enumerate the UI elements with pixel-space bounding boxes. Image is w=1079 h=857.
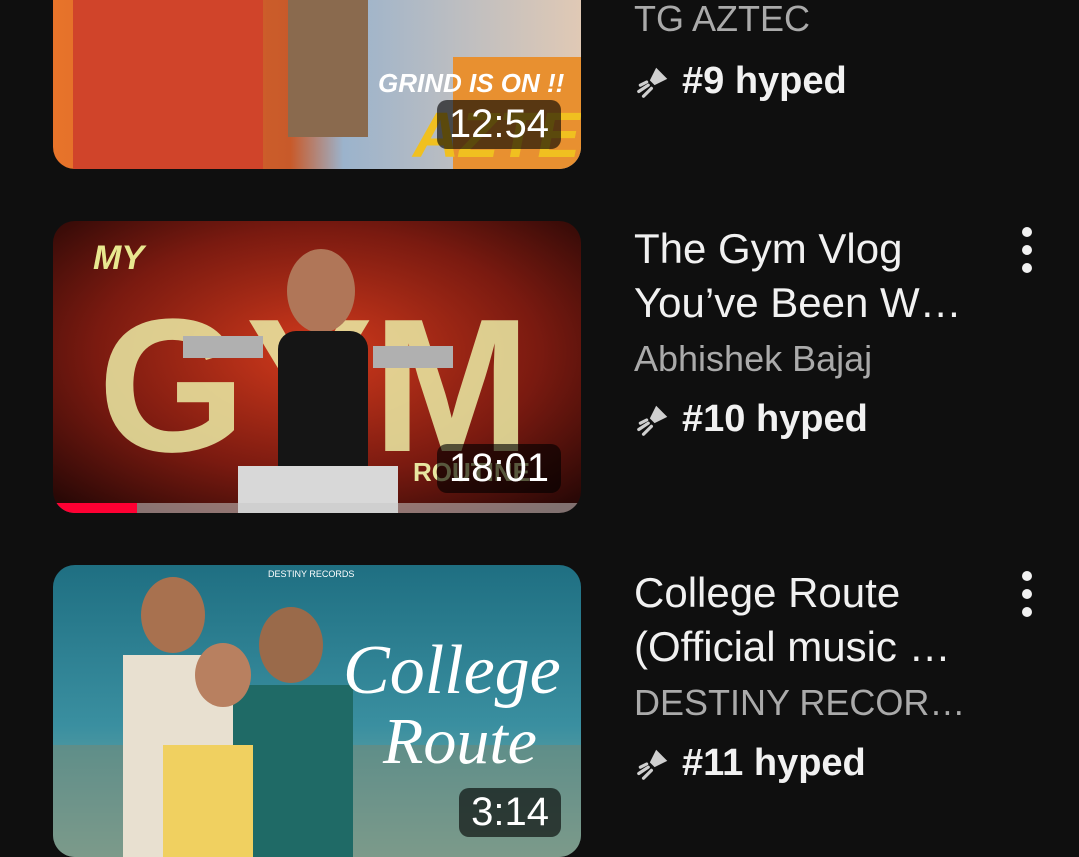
svg-text:GRIND IS ON !!: GRIND IS ON !! [378, 68, 565, 98]
hype-rank: #10 hyped [634, 398, 994, 441]
channel-name[interactable]: DESTINY RECORD… [634, 680, 989, 726]
video-duration: 3:14 [459, 788, 561, 837]
watch-progress-bar [53, 503, 581, 513]
video-title[interactable]: The Gym Vlog You’ve Been W… [634, 222, 994, 330]
video-thumbnail-2[interactable]: MY GYM ROUTINE 18:01 [53, 221, 581, 513]
svg-text:MY: MY [93, 239, 147, 277]
video-title[interactable]: College Route (Official music … [634, 566, 994, 674]
more-vert-icon[interactable] [1010, 222, 1044, 278]
video-thumbnail-3[interactable]: DESTINY RECORDS College Route 3:14 [53, 565, 581, 857]
channel-name: TG AZTEC [634, 0, 811, 39]
video-thumbnail-1[interactable]: GRIND IS ON !! AZTEC 12:54 [53, 0, 581, 169]
hype-rank: #9 hyped [634, 60, 994, 103]
hype-rocket-icon [637, 405, 668, 436]
svg-text:Route: Route [382, 705, 537, 778]
watch-progress-fill [53, 503, 138, 513]
hype-rocket-icon [637, 67, 668, 98]
svg-text:DESTINY RECORDS: DESTINY RECORDS [268, 569, 354, 579]
video-duration: 18:01 [436, 444, 561, 493]
video-duration: 12:54 [436, 100, 561, 149]
hype-rank: #11 hyped [634, 742, 994, 785]
hype-rocket-icon [637, 749, 668, 780]
more-vert-icon[interactable] [1010, 566, 1044, 622]
channel-name[interactable]: Abhishek Bajaj [634, 336, 989, 382]
svg-text:College: College [343, 632, 561, 709]
